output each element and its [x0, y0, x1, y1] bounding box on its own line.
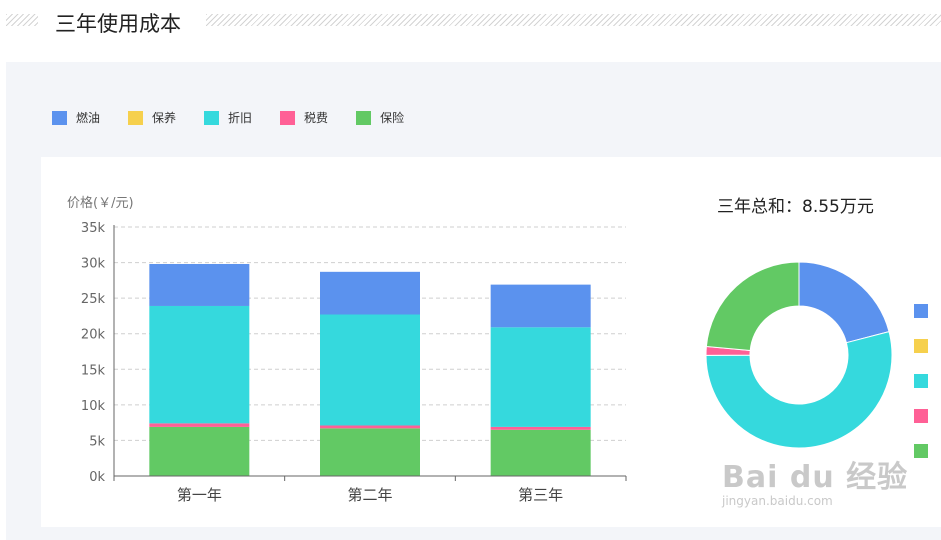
pie-legend-item-tax[interactable]	[914, 398, 936, 433]
bar-segment[interactable]	[149, 426, 250, 476]
legend-item-fuel[interactable]: 燃油	[52, 109, 100, 126]
legend-label: 保险	[380, 111, 405, 125]
bar-segment[interactable]	[320, 314, 420, 426]
chart-legend: 燃油 保养 折旧 税费 保险	[52, 109, 432, 126]
bar-segment[interactable]	[320, 271, 420, 315]
legend-swatch	[52, 110, 67, 125]
legend-swatch	[914, 338, 928, 353]
pie-title: 三年总和：8.55万元	[717, 197, 874, 217]
bar-segment[interactable]	[149, 423, 250, 427]
bar-segment[interactable]	[320, 428, 420, 476]
stacked-bar-chart: 价格(￥/元) 0k 5k 10k 15k 20k 25k 30k 35k 第一年 第二年 第三年	[67, 195, 627, 504]
title-hatch-left	[6, 14, 38, 26]
legend-label: 折旧	[228, 111, 253, 125]
page-title: 三年使用成本	[55, 12, 181, 36]
bar-segment[interactable]	[490, 327, 591, 427]
watermark-main: Bai du 经验	[722, 460, 909, 495]
legend-item-insurance[interactable]: 保险	[356, 109, 404, 126]
y-tick-label: 15k	[81, 363, 106, 378]
pie-legend	[914, 293, 936, 468]
pie-legend-item-fuel[interactable]	[914, 293, 936, 328]
bar-segment[interactable]	[490, 426, 591, 430]
y-tick-label: 30k	[81, 257, 106, 272]
pie-legend-item-maintenance[interactable]	[914, 328, 936, 363]
legend-label: 燃油	[76, 111, 101, 125]
donut-chart	[705, 261, 893, 449]
legend-swatch	[914, 373, 928, 388]
x-category-label: 第一年	[177, 486, 222, 504]
legend-swatch	[914, 443, 928, 458]
donut-slice[interactable]	[705, 261, 800, 352]
pie-legend-item-insurance[interactable]	[914, 433, 936, 468]
y-tick-label: 25k	[81, 292, 106, 307]
bar-segment[interactable]	[149, 305, 250, 424]
legend-swatch	[356, 110, 372, 125]
y-tick-label: 10k	[81, 399, 106, 414]
legend-swatch	[204, 110, 220, 125]
y-tick-label: 35k	[81, 221, 106, 236]
y-axis-label: 价格(￥/元)	[67, 195, 134, 211]
watermark-sub: jingyan.baidu.com	[722, 494, 833, 508]
bar-segment[interactable]	[490, 429, 591, 476]
legend-swatch	[128, 110, 144, 125]
x-category-label: 第三年	[518, 486, 563, 504]
x-category-label: 第二年	[347, 486, 392, 504]
y-tick-label: 0k	[89, 470, 105, 485]
legend-item-tax[interactable]: 税费	[280, 109, 328, 126]
bar-segment[interactable]	[149, 263, 250, 306]
legend-item-depreciation[interactable]: 折旧	[204, 109, 252, 126]
legend-label: 保养	[152, 111, 177, 125]
legend-swatch	[914, 303, 928, 318]
legend-label: 税费	[304, 111, 329, 125]
legend-swatch	[914, 408, 928, 423]
y-tick-label: 5k	[89, 434, 105, 449]
baidu-jingyan-watermark: Bai du 经验 jingyan.baidu.com	[722, 452, 908, 508]
pie-legend-item-depreciation[interactable]	[914, 363, 936, 398]
donut-slice[interactable]	[798, 261, 890, 344]
bar-segment[interactable]	[490, 284, 591, 328]
title-hatch-right	[206, 14, 941, 26]
legend-swatch	[280, 110, 296, 125]
y-tick-label: 20k	[81, 328, 106, 343]
bar-segment[interactable]	[320, 425, 420, 429]
legend-item-maintenance[interactable]: 保养	[128, 109, 176, 126]
